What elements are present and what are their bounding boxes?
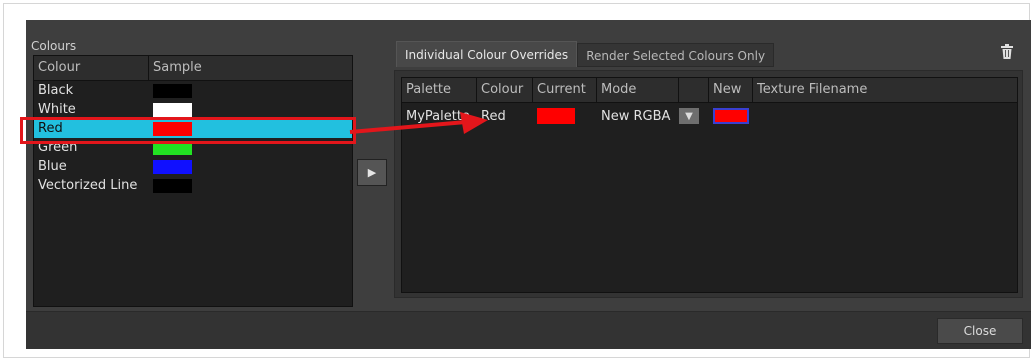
mode-dropdown-column-header (679, 78, 709, 102)
close-button[interactable]: Close (937, 318, 1023, 344)
overrides-table: Palette Colour Current Mode New Texture … (401, 77, 1018, 293)
override-row[interactable]: MyPalette Red New RGBA ▼ (402, 106, 1017, 126)
colour-sample-swatch (153, 140, 192, 155)
colour-row-white[interactable]: White (34, 100, 352, 119)
tab-render-selected-colours-only[interactable]: Render Selected Colours Only (577, 43, 775, 67)
trash-icon[interactable] (1001, 44, 1013, 59)
current-column-header[interactable]: Current (533, 78, 597, 102)
colour-cell: Red (481, 108, 506, 124)
sample-column-header[interactable]: Sample (149, 56, 352, 80)
colour-name: Black (38, 83, 74, 98)
add-override-button[interactable]: ▶ (357, 159, 387, 186)
tab-individual-colour-overrides[interactable]: Individual Colour Overrides (396, 41, 578, 67)
colour-row-green[interactable]: Green (34, 138, 352, 157)
mode-cell: New RGBA (601, 108, 671, 124)
new-column-header[interactable]: New (709, 78, 753, 102)
colour-sample-swatch (153, 102, 192, 117)
palette-cell: MyPalette (406, 108, 470, 124)
overrides-panel: Palette Colour Current Mode New Texture … (394, 70, 1023, 298)
colour-sample-swatch (153, 121, 192, 136)
colour-name: Blue (38, 159, 67, 174)
colour-override-dialog: Colours Colour Sample Black White Red Gr… (26, 20, 1031, 349)
mode-column-header[interactable]: Mode (597, 78, 679, 102)
colour-row-blue[interactable]: Blue (34, 157, 352, 176)
chevron-down-icon: ▼ (685, 110, 693, 122)
colour-row-black[interactable]: Black (34, 81, 352, 100)
override-tabs: Individual Colour Overrides Render Selec… (396, 41, 775, 67)
palette-column-header[interactable]: Palette (402, 78, 477, 102)
colour-row-vectorized-line[interactable]: Vectorized Line (34, 176, 352, 195)
colours-group-label: Colours (31, 39, 77, 53)
current-colour-swatch (537, 108, 575, 124)
right-arrow-icon: ▶ (367, 166, 377, 179)
colour-name: Red (38, 121, 63, 136)
colour-row-red[interactable]: Red (34, 119, 352, 138)
colour-sample-swatch (153, 159, 192, 174)
colour-name: Green (38, 140, 78, 155)
colour-column-header[interactable]: Colour (477, 78, 533, 102)
colours-list-header: Colour Sample (34, 56, 352, 81)
colour-name: White (38, 102, 76, 117)
texture-filename-column-header[interactable]: Texture Filename (753, 78, 1017, 102)
overrides-table-header: Palette Colour Current Mode New Texture … (402, 78, 1017, 103)
new-colour-swatch[interactable] (713, 108, 749, 124)
colour-sample-swatch (153, 83, 192, 98)
dialog-footer: Close (26, 311, 1031, 349)
colour-sample-swatch (153, 178, 192, 193)
mode-dropdown[interactable]: ▼ (679, 108, 699, 125)
colours-list: Colour Sample Black White Red Green Blue… (33, 55, 353, 307)
colour-name: Vectorized Line (38, 178, 138, 193)
colour-column-header[interactable]: Colour (34, 56, 149, 80)
